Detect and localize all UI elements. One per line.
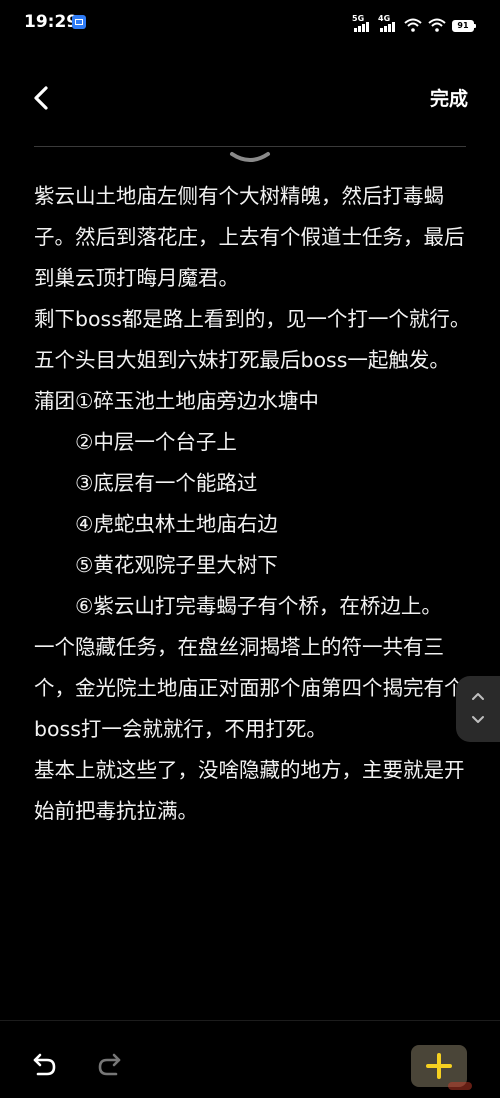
watermark-logo	[448, 1082, 472, 1090]
redo-icon	[98, 1053, 121, 1076]
note-paragraph: 一个隐藏任务，在盘丝洞揭塔上的符一共有三个，金光院土地庙正对面那个庙第四个揭完有…	[34, 635, 465, 741]
note-paragraph: ③底层有一个能路过	[75, 471, 258, 495]
message-notification-icon	[72, 15, 86, 29]
editor-header: 完成	[0, 70, 500, 124]
note-paragraph: ④虎蛇虫林土地庙右边	[75, 512, 278, 536]
note-body[interactable]: 紫云山土地庙左侧有个大树精魄，然后打毒蝎子。然后到落花庄，上去有个假道士任务，最…	[34, 176, 474, 832]
header-divider	[34, 146, 466, 147]
chevron-down-icon	[230, 152, 270, 162]
note-paragraph: ⑥紫云山打完毒蝎子有个桥，在桥边上。	[75, 594, 442, 618]
add-button[interactable]	[411, 1045, 467, 1087]
redo-button[interactable]	[94, 1049, 124, 1079]
status-indicators: 5G 4G 91	[352, 14, 476, 32]
undo-icon	[33, 1053, 56, 1076]
bottom-toolbar	[0, 1020, 500, 1098]
undo-button[interactable]	[30, 1049, 60, 1079]
note-paragraph: 蒲团①碎玉池土地庙旁边水塘中	[34, 389, 319, 413]
status-time: 19:29	[24, 12, 79, 32]
wifi-icon	[404, 18, 422, 32]
note-paragraph: 紫云山土地庙左侧有个大树精魄，然后打毒蝎子。然后到落花庄，上去有个假道士任务，最…	[34, 184, 465, 290]
wifi-secondary-icon	[428, 18, 446, 32]
signal-5g-icon: 5G	[352, 14, 372, 32]
note-paragraph: ⑤黄花观院子里大树下	[75, 553, 278, 577]
collapse-handle[interactable]	[228, 150, 272, 166]
note-paragraph: ②中层一个台子上	[75, 430, 237, 454]
battery-icon: 91	[452, 20, 476, 32]
scroll-control[interactable]	[456, 676, 500, 742]
done-button[interactable]: 完成	[430, 84, 468, 111]
status-bar: 19:29 5G 4G 91	[0, 0, 500, 46]
chevron-up-icon[interactable]	[470, 690, 486, 702]
back-button[interactable]	[26, 82, 58, 114]
plus-icon	[426, 1053, 452, 1079]
note-paragraph: 剩下boss都是路上看到的，见一个打一个就行。	[34, 307, 471, 331]
chevron-left-icon	[34, 86, 48, 110]
signal-4g-icon: 4G	[378, 14, 398, 32]
note-paragraph: 五个头目大姐到六妹打死最后boss一起触发。	[34, 348, 450, 372]
chevron-down-icon[interactable]	[470, 714, 486, 726]
note-paragraph: 基本上就这些了，没啥隐藏的地方，主要就是开始前把毒抗拉满。	[34, 758, 465, 823]
